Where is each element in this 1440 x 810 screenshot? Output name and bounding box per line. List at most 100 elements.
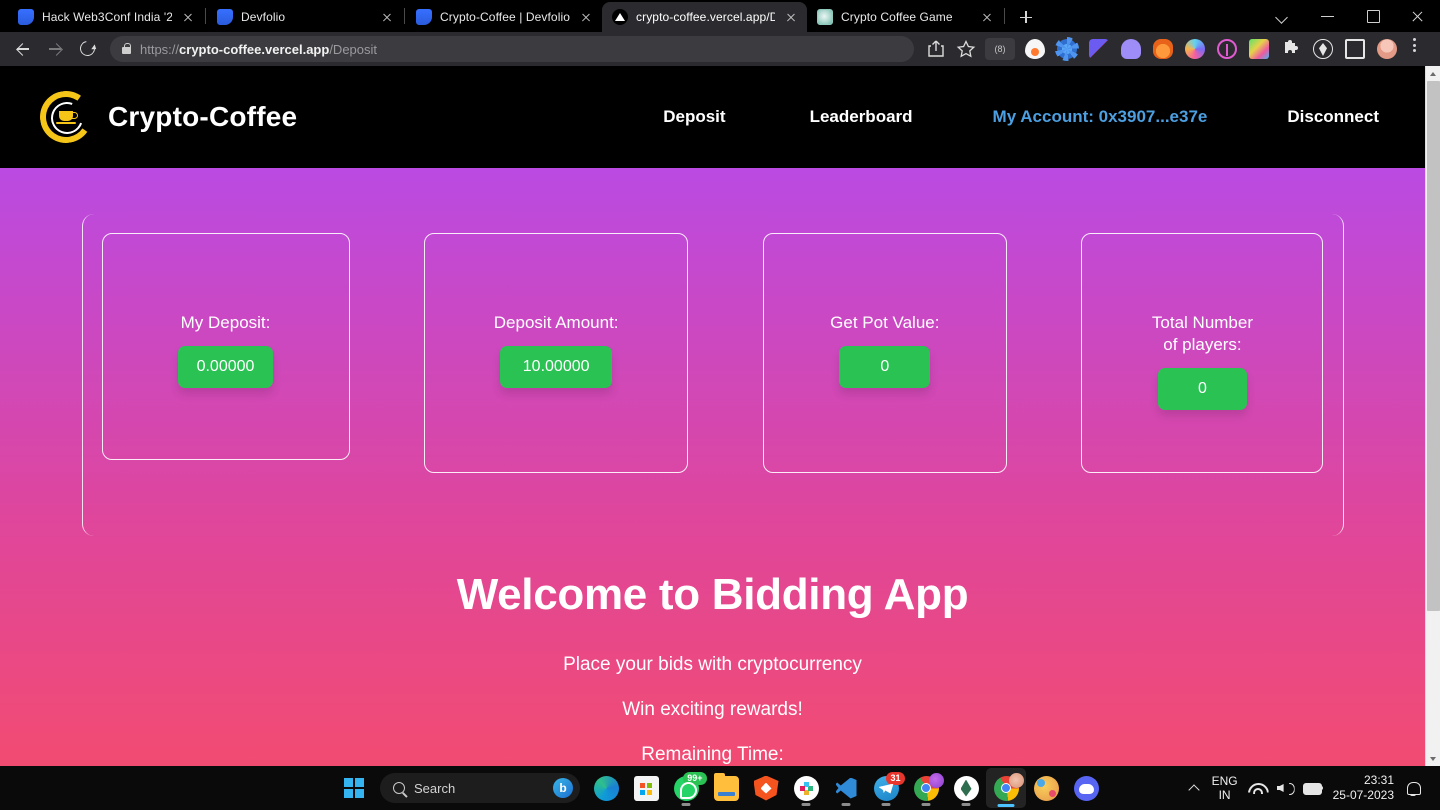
total-players-value-button[interactable]: 0 bbox=[1157, 368, 1247, 410]
card-total-players: Total Number of players: 0 bbox=[1081, 233, 1324, 473]
page-title: Welcome to Bidding App bbox=[456, 570, 969, 619]
nav-link-deposit[interactable]: Deposit bbox=[621, 107, 767, 127]
whatsapp-badge: 99+ bbox=[683, 771, 707, 785]
browser-tab-2[interactable]: Devfolio bbox=[207, 2, 403, 32]
brand-name: Crypto-Coffee bbox=[108, 101, 298, 132]
ring-icon[interactable] bbox=[1217, 39, 1237, 59]
tray-status-icons bbox=[1248, 781, 1323, 795]
language-indicator[interactable]: ENG IN bbox=[1212, 774, 1238, 802]
tab-title: Crypto-Coffee | Devfolio bbox=[440, 10, 570, 24]
nav-link-disconnect[interactable]: Disconnect bbox=[1245, 107, 1379, 127]
tab-title: crypto-coffee.vercel.app/Deposit bbox=[636, 10, 775, 24]
square-icon[interactable] bbox=[1345, 39, 1365, 59]
hero-section: Welcome to Bidding App Place your bids w… bbox=[0, 570, 1425, 766]
url-scheme: https:// bbox=[140, 41, 180, 57]
bell-icon[interactable] bbox=[1404, 779, 1422, 797]
close-icon[interactable] bbox=[783, 9, 799, 25]
system-tray: ENG IN 23:31 25-07-2023 bbox=[1176, 768, 1432, 808]
taskbar-metamask[interactable] bbox=[946, 768, 986, 808]
telegram-badge: 31 bbox=[886, 771, 905, 785]
bookmark-star-icon[interactable] bbox=[952, 35, 980, 63]
taskbar-discord[interactable] bbox=[1066, 768, 1106, 808]
taskbar-chrome-active[interactable] bbox=[986, 768, 1026, 808]
profile-avatar-icon[interactable] bbox=[1377, 39, 1397, 59]
tab-title: Devfolio bbox=[241, 10, 286, 24]
windows-taskbar: Search b 99+ 31 ENG IN 23:31 25-07-2023 bbox=[0, 766, 1440, 810]
battery-icon[interactable] bbox=[1302, 782, 1323, 795]
new-tab-button[interactable] bbox=[1012, 3, 1040, 31]
scrollbar-thumb[interactable] bbox=[1427, 81, 1440, 611]
taskbar-paint[interactable] bbox=[1026, 768, 1066, 808]
nav-link-my-account[interactable]: My Account: 0x3907...e37e bbox=[955, 107, 1246, 127]
browser-tab-4-active[interactable]: crypto-coffee.vercel.app/Deposit bbox=[602, 2, 807, 32]
sun-icon[interactable] bbox=[1055, 37, 1079, 61]
tab-title: Hack Web3Conf India '23: Dashb bbox=[42, 10, 172, 24]
leaf-icon[interactable] bbox=[1313, 39, 1333, 59]
tab-divider bbox=[205, 8, 206, 24]
puzzle-extensions-icon[interactable] bbox=[1281, 39, 1301, 59]
taskbar-brave[interactable] bbox=[746, 768, 786, 808]
taskbar-slack[interactable] bbox=[786, 768, 826, 808]
window-controls bbox=[1260, 0, 1440, 32]
taskbar-whatsapp[interactable]: 99+ bbox=[666, 768, 707, 808]
metamask-fox-icon[interactable] bbox=[1153, 39, 1173, 59]
card-label-line1: Total Number bbox=[1151, 313, 1254, 332]
pot-value-button[interactable]: 0 bbox=[839, 346, 931, 388]
card-my-deposit: My Deposit: 0.00000 bbox=[101, 233, 350, 460]
clock[interactable]: 23:31 25-07-2023 bbox=[1333, 773, 1394, 803]
taskbar-vscode[interactable] bbox=[826, 768, 866, 808]
browser-tab-1[interactable]: Hack Web3Conf India '23: Dashb bbox=[8, 2, 204, 32]
hero-line-2: Win exciting rewards! bbox=[622, 699, 803, 720]
chrome-menu-icon[interactable] bbox=[1404, 35, 1432, 63]
back-icon[interactable] bbox=[8, 35, 38, 63]
search-input[interactable]: Search b bbox=[380, 773, 580, 803]
browser-window: Hack Web3Conf India '23: Dashb Devfolio … bbox=[0, 0, 1440, 766]
forward-icon[interactable] bbox=[40, 35, 70, 63]
rainbow-icon[interactable] bbox=[1185, 39, 1205, 59]
share-icon[interactable] bbox=[922, 35, 950, 63]
address-bar[interactable]: https://crypto-coffee.vercel.app/Deposit bbox=[110, 36, 914, 62]
windows-start-icon[interactable] bbox=[334, 768, 374, 808]
browser-tab-5[interactable]: Crypto Coffee Game bbox=[807, 2, 1003, 32]
bing-icon[interactable]: b bbox=[553, 778, 573, 798]
taskbar-edge[interactable] bbox=[586, 768, 626, 808]
close-icon[interactable] bbox=[578, 9, 594, 25]
browser-tab-3[interactable]: Crypto-Coffee | Devfolio bbox=[406, 2, 602, 32]
taskbar-chrome[interactable] bbox=[906, 768, 946, 808]
flag-icon[interactable] bbox=[1089, 39, 1109, 59]
taskbar-telegram[interactable]: 31 bbox=[866, 768, 906, 808]
scroll-up-icon[interactable] bbox=[1426, 66, 1440, 81]
coffee-c-logo bbox=[35, 86, 97, 148]
deposit-amount-value-button[interactable]: 10.00000 bbox=[500, 346, 613, 388]
reload-icon[interactable] bbox=[72, 35, 102, 63]
tab-divider bbox=[1004, 8, 1005, 24]
ghost-icon[interactable] bbox=[1121, 39, 1141, 59]
extension-count[interactable]: (8) bbox=[985, 38, 1015, 60]
nav-link-leaderboard[interactable]: Leaderboard bbox=[768, 107, 955, 127]
lock-icon bbox=[122, 42, 132, 54]
scroll-down-icon[interactable] bbox=[1426, 751, 1440, 766]
taskbar-microsoft-store[interactable] bbox=[626, 768, 666, 808]
vercel-icon bbox=[612, 9, 628, 25]
pixel-icon[interactable] bbox=[1249, 39, 1269, 59]
close-icon[interactable] bbox=[379, 9, 395, 25]
wifi-icon[interactable] bbox=[1248, 781, 1265, 795]
maximize-button[interactable] bbox=[1350, 0, 1395, 32]
taskbar-file-explorer[interactable] bbox=[706, 768, 746, 808]
brand[interactable]: Crypto-Coffee bbox=[35, 86, 298, 148]
my-deposit-value-button[interactable]: 0.00000 bbox=[178, 346, 273, 388]
url-text: https://crypto-coffee.vercel.app/Deposit bbox=[140, 42, 377, 57]
close-icon[interactable] bbox=[979, 9, 995, 25]
minimize-button[interactable] bbox=[1305, 0, 1350, 32]
close-icon[interactable] bbox=[180, 9, 196, 25]
tab-search-chevron-down-icon[interactable] bbox=[1260, 0, 1305, 32]
tally-icon[interactable] bbox=[1025, 39, 1045, 59]
card-label: Total Number of players: bbox=[1152, 312, 1253, 356]
chevron-up-icon[interactable] bbox=[1186, 780, 1202, 796]
close-window-button[interactable] bbox=[1395, 0, 1440, 32]
speaker-icon[interactable] bbox=[1276, 781, 1292, 795]
page-scrollbar[interactable] bbox=[1425, 66, 1440, 766]
search-icon bbox=[393, 782, 405, 794]
taskbar-apps: Search b 99+ 31 bbox=[334, 768, 1106, 808]
browser-toolbar: https://crypto-coffee.vercel.app/Deposit… bbox=[0, 32, 1440, 66]
